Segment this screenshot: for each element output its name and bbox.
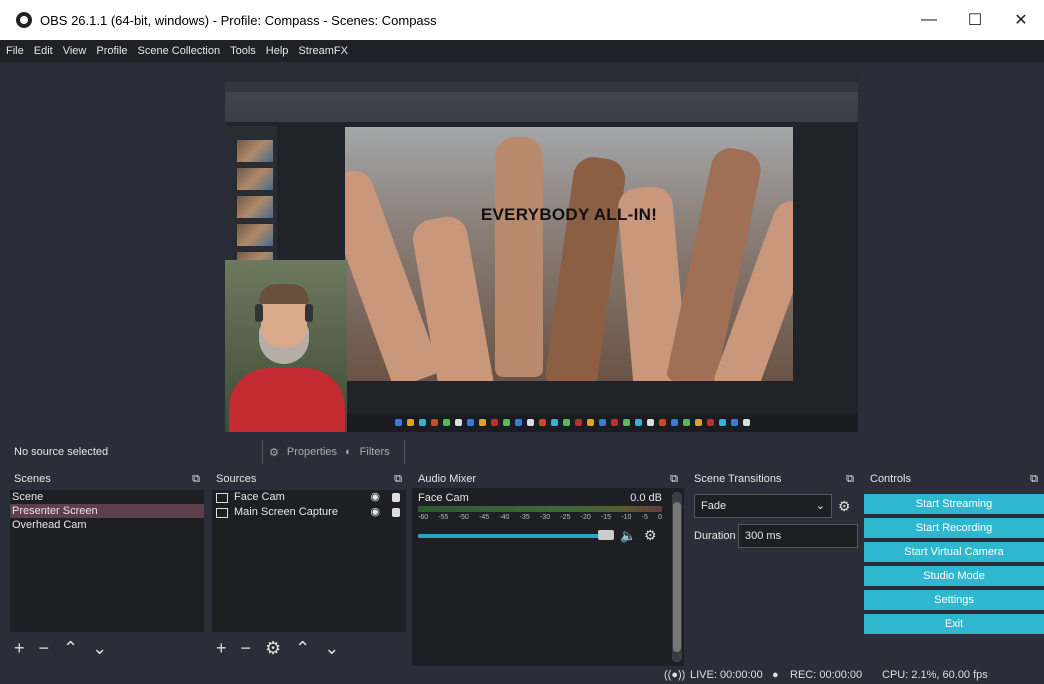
broadcast-icon: ((●)) <box>664 669 686 681</box>
chevron-down-icon: ⌄ <box>815 500 825 512</box>
record-dot-icon: ● <box>772 669 779 681</box>
lock-icon[interactable] <box>392 493 400 502</box>
menu-view[interactable]: View <box>63 45 87 57</box>
filters-button[interactable]: Filters <box>360 446 390 458</box>
speaker-icon[interactable]: 🔈 <box>620 528 636 544</box>
menu-tools[interactable]: Tools <box>230 45 256 57</box>
sources-dock: Sources ⧉ Face Cam ◉ Main Screen Capture … <box>210 470 408 666</box>
minimize-button[interactable]: — <box>906 0 952 40</box>
gear-icon[interactable]: ⚙ <box>838 498 851 515</box>
menu-profile[interactable]: Profile <box>96 45 127 57</box>
gear-icon: ⚙ <box>269 446 279 459</box>
scenes-header: Scenes <box>14 473 51 485</box>
undock-icon[interactable]: ⧉ <box>846 473 854 486</box>
menu-help[interactable]: Help <box>266 45 289 57</box>
transition-select[interactable]: Fade ⌄ <box>694 494 832 518</box>
window-title: OBS 26.1.1 (64-bit, windows) - Profile: … <box>40 12 437 28</box>
webcam-overlay <box>225 260 347 432</box>
menu-streamfx[interactable]: StreamFX <box>298 45 348 57</box>
undock-icon[interactable]: ⧉ <box>192 473 200 486</box>
move-down-icon[interactable]: ⌄ <box>92 638 107 659</box>
remove-icon[interactable]: − <box>39 638 50 659</box>
add-icon[interactable]: + <box>216 638 227 659</box>
source-item[interactable]: Main Screen Capture ◉ <box>212 505 406 520</box>
close-button[interactable]: ✕ <box>998 0 1044 40</box>
sources-list: Face Cam ◉ Main Screen Capture ◉ <box>212 490 406 632</box>
studio-mode-button[interactable]: Studio Mode <box>864 566 1044 586</box>
lock-icon[interactable] <box>392 508 400 517</box>
volume-slider[interactable] <box>418 534 614 538</box>
scene-transitions-dock: Scene Transitions ⧉ Fade ⌄ ⚙ Duration 300… <box>688 470 860 666</box>
scenes-dock: Scenes ⧉ Scene Presenter Screen Overhead … <box>8 470 206 666</box>
mixer-channel: Face Cam 0.0 dB -60 -55 -50 -45 -40 -35 -30 -25… <box>414 490 670 550</box>
volume-slider-handle[interactable] <box>598 530 614 540</box>
camera-icon <box>216 492 228 503</box>
filter-icon: ◐ <box>345 446 352 458</box>
volume-meter <box>418 506 662 512</box>
mixer-scroll-thumb[interactable] <box>673 502 681 652</box>
menu-scene-collection[interactable]: Scene Collection <box>138 45 221 57</box>
mixer-level: 0.0 dB <box>630 492 662 504</box>
settings-button[interactable]: Settings <box>864 590 1044 610</box>
gear-icon[interactable]: ⚙ <box>265 638 281 659</box>
preview-canvas[interactable]: EVERYBODY ALL-IN! <box>8 62 1044 438</box>
menu-bar: File Edit View Profile Scene Collection … <box>0 40 1044 62</box>
visibility-eye-icon[interactable]: ◉ <box>370 490 380 505</box>
controls-dock: Controls ⧉ Start Streaming Start Recordin… <box>864 470 1044 666</box>
rec-timer: REC: 00:00:00 <box>790 669 863 681</box>
source-label: Main Screen Capture <box>234 506 338 518</box>
visibility-eye-icon[interactable]: ◉ <box>370 505 380 520</box>
source-status-row: No source selected ⚙ Properties ◐ Filter… <box>0 438 1044 466</box>
sources-header: Sources <box>216 473 257 485</box>
slide-title: EVERYBODY ALL-IN! <box>480 205 658 224</box>
title-bar: OBS 26.1.1 (64-bit, windows) - Profile: … <box>0 0 1044 40</box>
start-recording-button[interactable]: Start Recording <box>864 518 1044 538</box>
scene-item[interactable]: Scene <box>10 490 204 504</box>
remove-icon[interactable]: − <box>241 638 252 659</box>
no-source-label: No source selected <box>14 446 109 458</box>
audio-mixer-header: Audio Mixer <box>418 473 477 485</box>
move-down-icon[interactable]: ⌄ <box>324 638 339 659</box>
undock-icon[interactable]: ⧉ <box>670 473 678 486</box>
audio-mixer-dock: Audio Mixer ⧉ Face Cam 0.0 dB -60 -55 -50 -4… <box>412 470 684 666</box>
obs-logo-icon <box>16 12 32 28</box>
start-virtual-camera-button[interactable]: Start Virtual Camera <box>864 542 1044 562</box>
controls-header: Controls <box>870 473 911 485</box>
gear-icon[interactable]: ⚙ <box>644 527 657 544</box>
source-label: Face Cam <box>234 491 285 503</box>
undock-icon[interactable]: ⧉ <box>394 473 402 486</box>
add-icon[interactable]: + <box>14 638 25 659</box>
live-timer: LIVE: 00:00:00 <box>690 669 763 681</box>
start-streaming-button[interactable]: Start Streaming <box>864 494 1044 514</box>
duration-spinbox[interactable]: 300 ms <box>738 524 858 548</box>
menu-edit[interactable]: Edit <box>34 45 53 57</box>
undock-icon[interactable]: ⧉ <box>1030 473 1038 486</box>
source-item[interactable]: Face Cam ◉ <box>212 490 406 505</box>
status-bar: ((●)) LIVE: 00:00:00 ● REC: 00:00:00 CPU… <box>0 666 1044 684</box>
cpu-fps: CPU: 2.1%, 60.00 fps <box>882 669 988 681</box>
menu-file[interactable]: File <box>6 45 24 57</box>
scene-item[interactable]: Overhead Cam <box>10 518 204 532</box>
monitor-icon <box>216 507 228 518</box>
maximize-button[interactable]: ☐ <box>952 0 998 40</box>
move-up-icon[interactable]: ⌃ <box>63 638 78 659</box>
meter-ticks: -60 -55 -50 -45 -40 -35 -30 -25 -20 -15 -10 -5 0 <box>418 514 662 521</box>
scene-item-selected[interactable]: Presenter Screen <box>10 504 204 518</box>
duration-label: Duration <box>694 530 736 542</box>
powerpoint-ribbon <box>225 74 858 122</box>
properties-button[interactable]: Properties <box>287 446 337 458</box>
mixer-source-label: Face Cam <box>418 492 469 504</box>
scenes-list: Scene Presenter Screen Overhead Cam <box>10 490 204 632</box>
move-up-icon[interactable]: ⌃ <box>295 638 310 659</box>
scene-transitions-header: Scene Transitions <box>694 473 782 485</box>
slide-image: EVERYBODY ALL-IN! <box>345 127 793 381</box>
exit-button[interactable]: Exit <box>864 614 1044 634</box>
